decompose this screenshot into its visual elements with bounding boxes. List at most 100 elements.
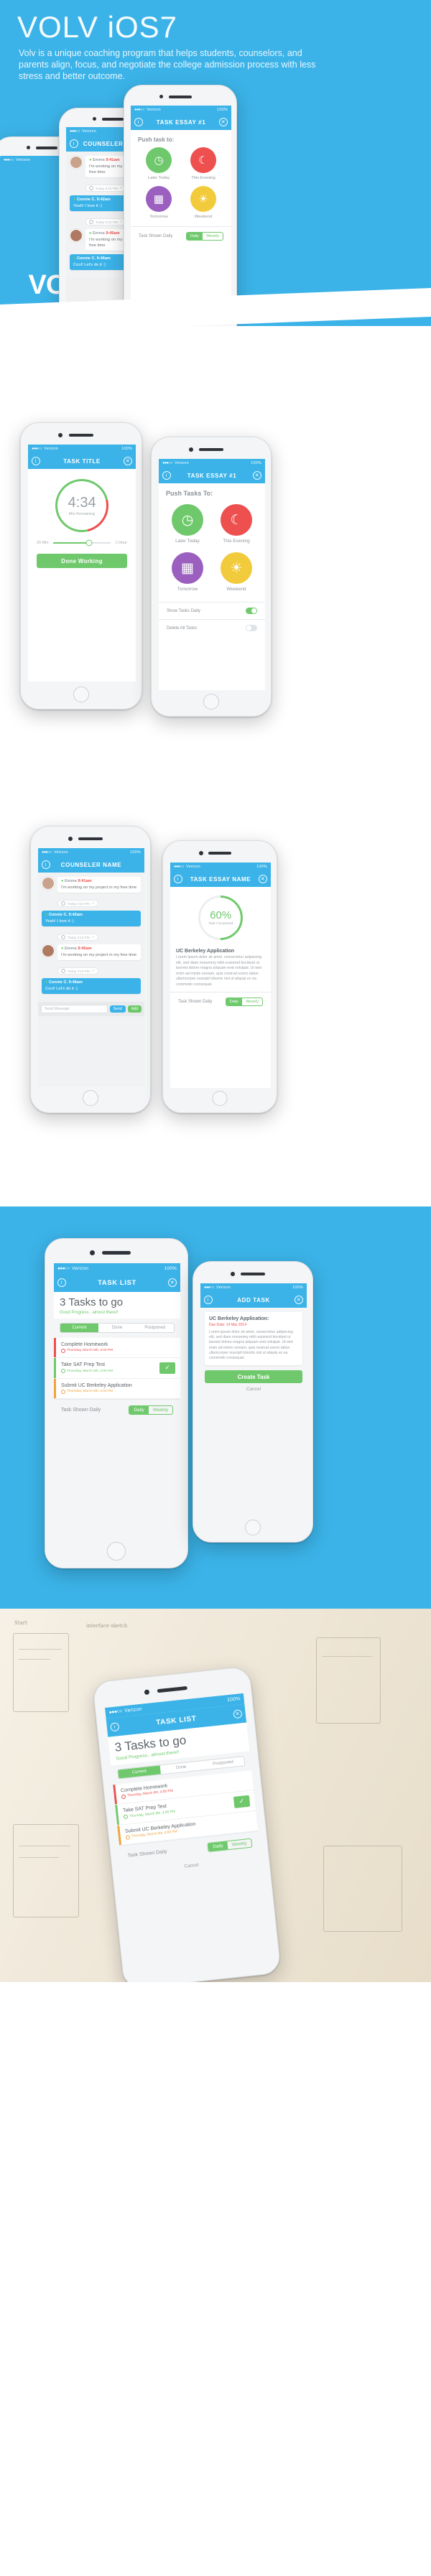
segment-weekly[interactable]: Weekly <box>227 1838 251 1849</box>
create-task-button[interactable]: Create Task <box>205 1370 302 1384</box>
sender-name: Connie C. <box>76 197 96 202</box>
calendar-icon: ▦ <box>172 552 203 584</box>
table-row[interactable]: Submit UC Berkeley Application Thursday,… <box>54 1378 180 1399</box>
slider-track[interactable] <box>52 539 111 547</box>
push-option-later-today[interactable]: ◷ Later Today <box>139 147 178 180</box>
push-option-label: Later Today <box>175 539 200 544</box>
screen-timer: ●●●○○ Verizon 100% i TASK TITLE ✕ 4:34 M… <box>28 445 136 682</box>
close-icon[interactable]: ✕ <box>124 457 132 465</box>
navbar-title: TASK ESSAY NAME <box>190 875 251 883</box>
push-option-this-evening[interactable]: ☾ This Evening <box>216 504 256 544</box>
chat-composer: Send Message Send Add <box>38 1002 144 1016</box>
info-icon[interactable]: i <box>162 471 171 480</box>
close-icon[interactable]: ✕ <box>219 118 228 126</box>
segment-daily[interactable]: Daily <box>186 233 203 240</box>
tab-postponed[interactable]: Postponed <box>136 1323 174 1332</box>
task-frequency-segmented[interactable]: Daily Weekly <box>185 232 223 241</box>
push-option-later-today[interactable]: ◷ Later Today <box>167 504 208 544</box>
check-icon: ✓ <box>119 220 123 223</box>
close-icon[interactable]: ✕ <box>295 1296 303 1304</box>
table-row[interactable]: Complete Homework Thursday, March 6th, 4… <box>54 1337 180 1358</box>
navbar-title: TASK ESSAY #1 <box>156 118 206 126</box>
home-button[interactable] <box>107 1542 126 1561</box>
sketch-wireframe <box>13 1633 69 1712</box>
info-icon[interactable]: i <box>70 139 78 148</box>
info-icon[interactable]: i <box>42 860 50 869</box>
info-icon[interactable]: i <box>134 118 143 126</box>
cancel-button[interactable]: Cancel <box>205 1387 302 1392</box>
info-icon[interactable]: i <box>110 1722 120 1732</box>
sender-name: Connie C. <box>48 980 68 985</box>
close-icon[interactable]: ✕ <box>253 471 261 480</box>
message-text: I'm working on my project in my free tim… <box>61 885 137 890</box>
segment-daily[interactable]: Daily <box>226 998 243 1005</box>
table-row[interactable]: Take SAT Prep Test Thursday, March 6th, … <box>54 1357 180 1379</box>
home-button[interactable] <box>73 687 89 702</box>
phone-mockup-essay: ●●●○○ Verizon 100% i TASK ESSAY NAME ✕ 6… <box>162 840 277 1113</box>
task-frequency-segmented[interactable]: Daily Weekly <box>225 998 263 1006</box>
delete-all-tasks-toggle[interactable] <box>246 625 257 631</box>
stamp-text: Today 3:10 PM <box>96 220 118 224</box>
task-due-text: Thursday, March 6th, 4:00 PM <box>67 1390 113 1393</box>
task-filter-tabs[interactable]: Current Done Postponed <box>60 1322 175 1333</box>
sender-name: Connie C. <box>76 256 96 261</box>
navbar-title: TASK ESSAY #1 <box>187 472 237 479</box>
show-tasks-daily-toggle[interactable] <box>246 608 257 614</box>
close-icon[interactable]: ✕ <box>168 1278 177 1287</box>
info-icon[interactable]: i <box>57 1278 66 1287</box>
push-option-label: This Evening <box>223 539 250 544</box>
info-icon[interactable]: i <box>204 1296 213 1304</box>
show-tasks-daily-label: Show Tasks Daily <box>167 608 200 613</box>
home-button[interactable] <box>245 1520 261 1535</box>
slider-min-label: 20 Min <box>37 541 49 545</box>
done-working-button[interactable]: Done Working <box>37 554 127 568</box>
timer-unit-label: Min Remaining <box>68 511 96 516</box>
segment-weekly[interactable]: Weekly <box>203 233 223 240</box>
task-name: Submit UC Berkeley Application <box>61 1382 132 1388</box>
push-option-label: This Evening <box>191 176 216 180</box>
home-button[interactable] <box>212 1091 228 1106</box>
sender-name: Emma <box>92 231 105 236</box>
online-dot-icon: ● <box>73 197 76 202</box>
slider-knob[interactable] <box>85 539 93 547</box>
push-option-weekend[interactable]: ☀ Weekend <box>184 186 223 219</box>
close-icon[interactable]: ✕ <box>259 875 267 883</box>
tab-current[interactable]: Current <box>118 1765 161 1779</box>
push-option-tomorrow[interactable]: ▦ Tomorrow <box>167 552 208 592</box>
home-button[interactable] <box>203 694 219 710</box>
tab-done[interactable]: Done <box>159 1761 203 1775</box>
attach-button[interactable]: Add <box>127 1005 142 1013</box>
push-option-this-evening[interactable]: ☾ This Evening <box>184 147 223 180</box>
signal-dots-icon: ●●●○○ <box>70 129 80 134</box>
speaker-grille <box>69 434 93 437</box>
camera-icon <box>144 1689 150 1696</box>
phone-mockup-add-task: ●●●○○ Verizon 100% i ADD TASK ✕ UC Berke… <box>193 1261 313 1543</box>
task-complete-button[interactable]: ✓ <box>159 1362 175 1374</box>
tab-done[interactable]: Done <box>98 1323 136 1332</box>
task-complete-button[interactable]: ✓ <box>233 1795 251 1808</box>
home-button[interactable] <box>83 1090 98 1106</box>
timer-widget: 4:34 Min Remaining <box>28 469 136 542</box>
close-icon[interactable]: ✕ <box>233 1709 243 1719</box>
segment-daily[interactable]: Daily <box>129 1405 149 1414</box>
push-option-tomorrow[interactable]: ▦ Tomorrow <box>139 186 178 219</box>
clock-icon: ◷ <box>146 147 172 173</box>
task-frequency-segmented[interactable]: Daily Weekly <box>207 1838 253 1852</box>
info-icon[interactable]: i <box>32 457 40 465</box>
task-frequency-segmented[interactable]: Daily Weekly <box>129 1405 173 1415</box>
tab-current[interactable]: Current <box>60 1323 98 1332</box>
segment-daily[interactable]: Daily <box>208 1841 228 1851</box>
duration-slider[interactable]: 20 Min 1 Hour <box>28 532 136 547</box>
status-bar: ●●●○○ Verizon 100% <box>170 862 271 871</box>
progress-percent: 60% <box>209 909 232 921</box>
clock-icon <box>123 1814 129 1820</box>
segment-weekly[interactable]: Weekly <box>242 998 262 1005</box>
delete-all-tasks-row: Delete All Tasks <box>159 619 265 636</box>
send-button[interactable]: Send <box>109 1005 126 1013</box>
screen-task-list: ●●●○○ Verizon 100% i TASK LIST ✕ 3 Tasks… <box>54 1263 180 1538</box>
tab-postponed[interactable]: Postponed <box>201 1756 245 1770</box>
info-icon[interactable]: i <box>174 875 182 883</box>
push-option-weekend[interactable]: ☀ Weekend <box>216 552 256 592</box>
message-input[interactable]: Send Message <box>41 1005 108 1013</box>
segment-weekly[interactable]: Weekly <box>149 1406 172 1414</box>
